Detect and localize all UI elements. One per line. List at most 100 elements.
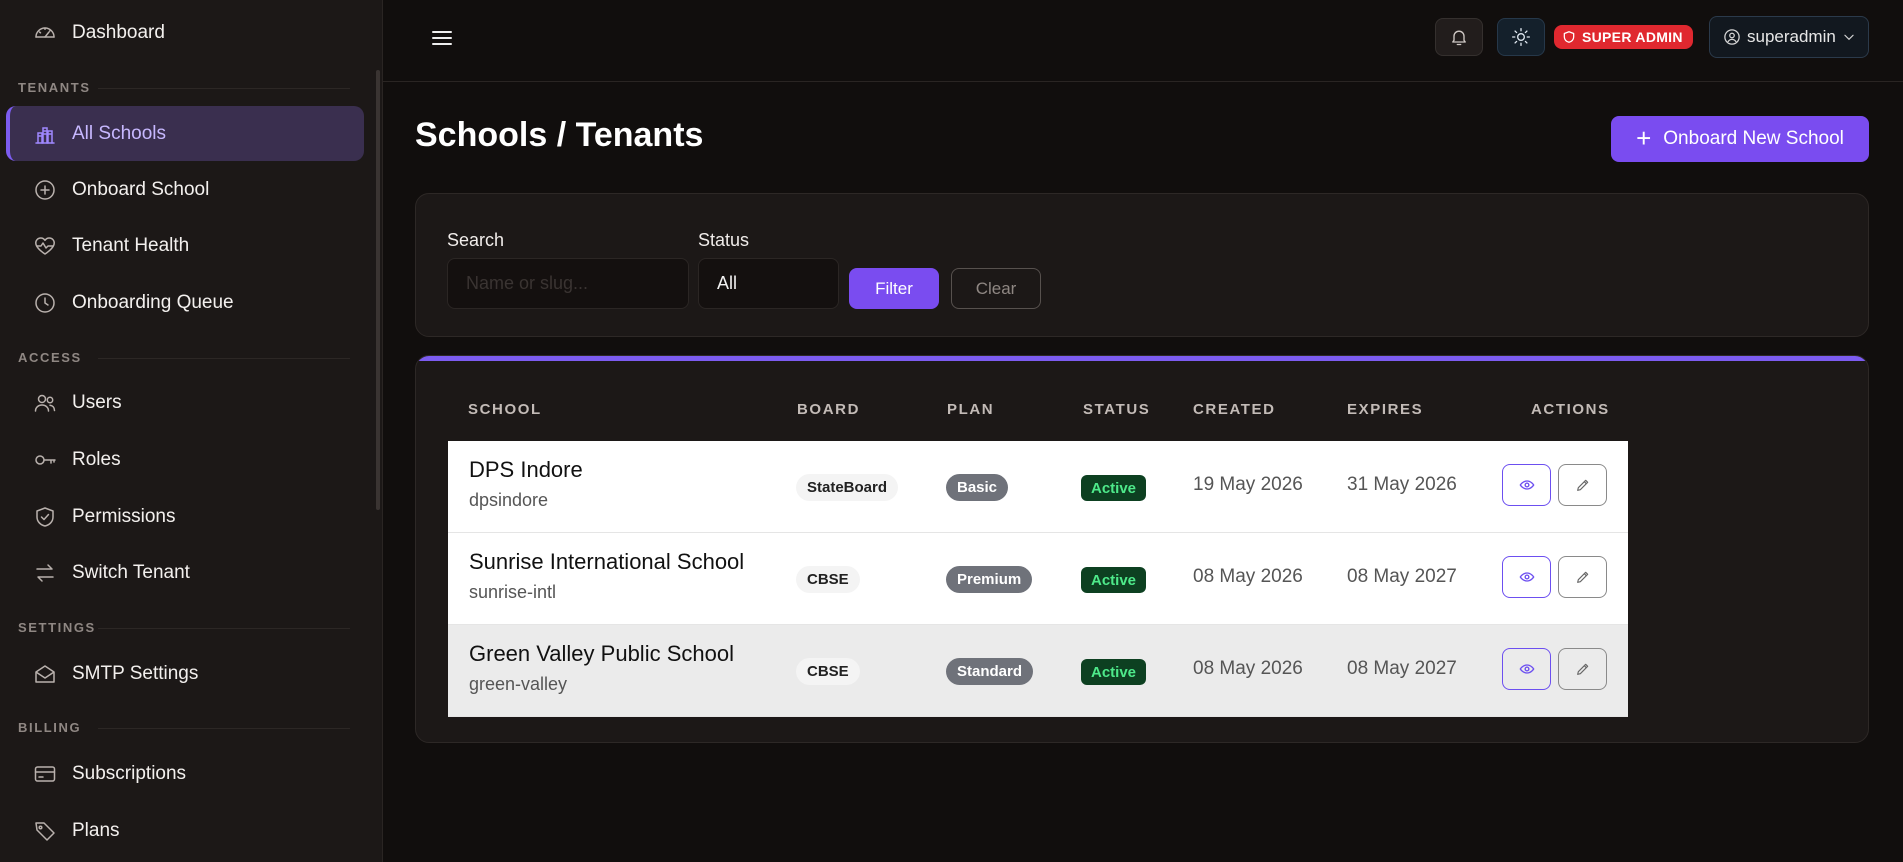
- eye-icon: [1519, 569, 1535, 585]
- clear-button[interactable]: Clear: [951, 268, 1041, 309]
- shield-icon: [1562, 30, 1576, 44]
- expires-date: 08 May 2027: [1347, 566, 1457, 587]
- sidebar-item-subscriptions[interactable]: Subscriptions: [6, 746, 364, 801]
- status-label: Status: [698, 230, 750, 250]
- theme-toggle-button[interactable]: [1497, 18, 1545, 56]
- key-icon: [33, 448, 57, 472]
- sidebar-item-label: Onboard School: [72, 178, 210, 200]
- sidebar-item-label: Dashboard: [72, 21, 165, 43]
- plan-badge: Basic: [946, 474, 1009, 501]
- schools-table: SCHOOL BOARD PLAN STATUS CREATED EXPIRES…: [415, 355, 1869, 743]
- clock-icon: [33, 291, 57, 315]
- sidebar-item-all-schools[interactable]: All Schools: [6, 106, 364, 161]
- sidebar-item-tenant-health[interactable]: Tenant Health: [6, 218, 364, 273]
- pencil-icon: [1575, 477, 1591, 493]
- created-date: 08 May 2026: [1193, 658, 1303, 679]
- table-row: DPS Indore dpsindore StateBoard Basic Ac…: [448, 441, 1628, 533]
- sidebar-item-smtp-settings[interactable]: SMTP Settings: [6, 646, 364, 701]
- board-badge: CBSE: [796, 658, 860, 685]
- sidebar-item-label: Onboarding Queue: [72, 291, 234, 313]
- school-slug: dpsindore: [469, 490, 549, 510]
- sidebar-item-label: SMTP Settings: [72, 662, 199, 684]
- plus-circle-icon: [33, 178, 57, 202]
- divider: [98, 728, 350, 729]
- divider: [98, 88, 350, 89]
- speedometer-icon: [33, 21, 57, 45]
- table-row: Sunrise International School sunrise-int…: [448, 533, 1628, 625]
- edit-button[interactable]: [1558, 464, 1607, 506]
- user-circle-icon: [1723, 28, 1741, 46]
- sidebar-item-label: Users: [72, 391, 122, 413]
- search-label: Search: [447, 230, 505, 250]
- card-accent-bar: [416, 356, 1868, 361]
- plus-icon: +: [1636, 122, 1652, 153]
- sidebar: Dashboard TENANTS All Schools Onboard Sc…: [0, 0, 383, 862]
- sidebar-item-label: Subscriptions: [72, 762, 187, 784]
- edit-button[interactable]: [1558, 648, 1607, 690]
- created-date: 19 May 2026: [1193, 474, 1303, 495]
- table-row: Green Valley Public School green-valley …: [448, 625, 1628, 717]
- sidebar-scrollbar[interactable]: [376, 70, 380, 510]
- notifications-button[interactable]: [1435, 18, 1483, 56]
- pencil-icon: [1575, 569, 1591, 585]
- board-badge: CBSE: [796, 566, 860, 593]
- plan-badge: Premium: [946, 566, 1033, 593]
- hamburger-menu-icon[interactable]: [430, 27, 454, 49]
- view-button[interactable]: [1502, 556, 1551, 598]
- plan-badge: Standard: [946, 658, 1034, 685]
- expires-date: 08 May 2027: [1347, 658, 1457, 679]
- board-badge: StateBoard: [796, 474, 899, 501]
- divider: [98, 358, 350, 359]
- column-header-created: CREATED: [1193, 401, 1276, 418]
- expires-date: 31 May 2026: [1347, 474, 1457, 495]
- sidebar-item-switch-tenant[interactable]: Switch Tenant: [6, 545, 364, 600]
- shield-check-icon: [33, 505, 57, 529]
- sidebar-item-label: Switch Tenant: [72, 561, 190, 583]
- bell-icon: [1449, 27, 1469, 47]
- sidebar-item-users[interactable]: Users: [6, 375, 364, 430]
- envelope-icon: [33, 662, 57, 686]
- status-badge: Active: [1081, 567, 1147, 593]
- sidebar-item-roles[interactable]: Roles: [6, 432, 364, 487]
- view-button[interactable]: [1502, 648, 1551, 690]
- sun-icon: [1511, 27, 1531, 47]
- sidebar-item-onboarding-queue[interactable]: Onboarding Queue: [6, 275, 364, 330]
- status-select-value: All: [717, 273, 738, 293]
- eye-icon: [1519, 661, 1535, 677]
- filter-button[interactable]: Filter: [849, 268, 939, 309]
- credit-card-icon: [33, 762, 57, 786]
- view-button[interactable]: [1502, 464, 1551, 506]
- column-header-plan: PLAN: [947, 401, 995, 418]
- heart-pulse-icon: [33, 234, 57, 258]
- sidebar-item-dashboard[interactable]: Dashboard: [6, 5, 364, 60]
- divider: [98, 628, 350, 629]
- tags-icon: [33, 819, 57, 843]
- username: superadmin: [1747, 27, 1836, 46]
- school-slug: sunrise-intl: [469, 582, 557, 602]
- sidebar-item-permissions[interactable]: Permissions: [6, 489, 364, 544]
- chevron-down-icon: [1842, 30, 1856, 44]
- arrows-swap-icon: [33, 561, 57, 585]
- school-name: DPS Indore: [469, 457, 583, 482]
- users-icon: [33, 391, 57, 415]
- eye-icon: [1519, 477, 1535, 493]
- onboard-new-school-button[interactable]: + Onboard New School: [1611, 116, 1869, 162]
- sidebar-item-label: All Schools: [72, 122, 166, 144]
- sidebar-item-plans[interactable]: Plans: [6, 803, 364, 858]
- created-date: 08 May 2026: [1193, 566, 1303, 587]
- filter-panel: Search Status All Filter Clear: [415, 193, 1869, 337]
- user-menu-button[interactable]: superadmin: [1709, 16, 1869, 58]
- column-header-board: BOARD: [797, 401, 860, 418]
- sidebar-item-label: Tenant Health: [72, 234, 190, 256]
- section-title-billing: BILLING: [18, 720, 82, 735]
- sidebar-item-onboard-school[interactable]: Onboard School: [6, 162, 364, 217]
- pencil-icon: [1575, 661, 1591, 677]
- edit-button[interactable]: [1558, 556, 1607, 598]
- section-title-tenants: TENANTS: [18, 80, 91, 95]
- column-header-school: SCHOOL: [468, 401, 542, 418]
- sidebar-item-label: Plans: [72, 819, 120, 841]
- search-input[interactable]: [447, 258, 689, 309]
- status-select[interactable]: All: [698, 258, 839, 309]
- topbar: SUPER ADMIN superadmin: [383, 0, 1903, 82]
- sidebar-item-label: Permissions: [72, 505, 176, 527]
